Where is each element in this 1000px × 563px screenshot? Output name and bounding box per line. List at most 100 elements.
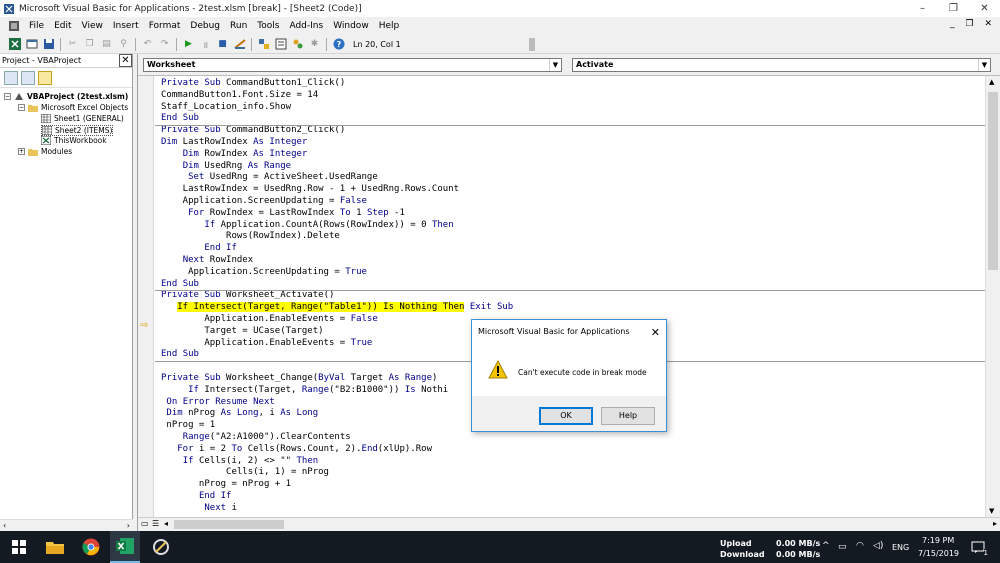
windows-start-icon[interactable] <box>8 537 30 557</box>
scroll-right-icon[interactable]: › <box>127 521 130 530</box>
copy-icon[interactable]: ❐ <box>83 38 96 51</box>
code-line[interactable]: Range("A2:A1000").ClearContents <box>161 432 351 444</box>
code-line[interactable]: If Application.CountA(Rows(RowIndex)) = … <box>161 220 453 232</box>
code-line[interactable]: Private Sub CommandButton1_Click() <box>161 78 345 90</box>
battery-icon[interactable]: ▭ <box>838 542 847 552</box>
tree-item-thisworkbook[interactable]: ThisWorkbook <box>41 136 107 145</box>
code-line[interactable]: Cells(i, 1) = nProg <box>161 467 329 479</box>
code-editor[interactable]: Private Sub CommandButton1_Click() Comman… <box>155 76 985 517</box>
procedure-combo[interactable]: Activate ▼ <box>572 58 991 72</box>
code-line[interactable]: End Sub <box>161 113 199 125</box>
clock-time[interactable]: 7:19 PM <box>922 536 954 545</box>
code-line[interactable]: Application.ScreenUpdating = False <box>161 196 367 208</box>
code-line[interactable]: Private Sub Worksheet_Activate() <box>161 290 334 302</box>
chrome-icon[interactable] <box>80 537 102 557</box>
scroll-right-icon[interactable]: ▸ <box>993 519 997 528</box>
menu-add-ins[interactable]: Add-Ins <box>284 21 328 31</box>
code-line[interactable]: Rows(RowIndex).Delete <box>161 231 340 243</box>
code-line[interactable]: Set UsedRng = ActiveSheet.UsedRange <box>161 172 378 184</box>
toolbox-icon[interactable]: ✱ <box>308 38 321 51</box>
view-code-icon[interactable] <box>4 70 18 85</box>
code-line[interactable]: Dim UsedRng As Range <box>161 161 291 173</box>
view-excel-icon[interactable] <box>8 38 21 51</box>
tree-item-vbaproject[interactable]: − VBAProject (2test.xlsm) <box>4 92 128 101</box>
procedure-view-icon[interactable]: ▭ <box>141 519 149 528</box>
code-line[interactable]: Private Sub CommandButton2_Click() <box>161 125 345 137</box>
vba-editor-taskbar-icon[interactable] <box>150 537 172 557</box>
project-explorer-close-button[interactable]: ✕ <box>119 54 132 67</box>
file-explorer-icon[interactable] <box>44 537 66 557</box>
code-line[interactable]: If Intersect(Target, Range("B2:B1000")) … <box>161 385 448 397</box>
code-line[interactable]: nProg = nProg + 1 <box>161 479 291 491</box>
tree-expand-icon[interactable]: + <box>18 148 25 155</box>
code-line[interactable]: CommandButton1.Font.Size = 14 <box>161 90 318 102</box>
scroll-left-icon[interactable]: ◂ <box>164 519 168 528</box>
scrollbar-thumb[interactable] <box>988 92 998 270</box>
scroll-down-icon[interactable]: ▼ <box>989 507 994 515</box>
code-line[interactable]: Next i <box>161 503 237 515</box>
excel-icon[interactable] <box>8 20 20 32</box>
code-line[interactable]: nProg = 1 <box>161 420 215 432</box>
reset-icon[interactable]: ■ <box>216 38 229 51</box>
clock-date[interactable]: 7/15/2019 <box>918 549 959 558</box>
menu-insert[interactable]: Insert <box>108 21 144 31</box>
input-language[interactable]: ENG <box>892 543 909 552</box>
menu-format[interactable]: Format <box>144 21 186 31</box>
code-line[interactable]: If Cells(i, 2) <> "" Then <box>161 456 318 468</box>
dialog-close-button[interactable]: ✕ <box>651 326 660 339</box>
scroll-up-icon[interactable]: ▲ <box>989 78 994 86</box>
code-line[interactable]: If Intersect(Target, Range("Table1")) Is… <box>161 302 513 314</box>
code-line[interactable]: End Sub <box>161 349 199 361</box>
ok-button[interactable]: OK <box>539 407 593 425</box>
code-line[interactable]: End If <box>161 243 237 255</box>
save-icon[interactable] <box>42 38 55 51</box>
volume-icon[interactable]: ◁) <box>873 541 883 551</box>
close-button[interactable]: ✕ <box>969 0 1000 17</box>
full-module-view-icon[interactable]: ☰ <box>152 519 159 528</box>
project-explorer-icon[interactable] <box>257 38 270 51</box>
code-vertical-scrollbar[interactable]: ▲ ▼ <box>985 76 1000 517</box>
scrollbar-thumb[interactable] <box>174 520 284 529</box>
project-horizontal-scrollbar[interactable]: ‹ › <box>0 519 133 531</box>
undo-icon[interactable]: ↶ <box>141 38 154 51</box>
code-line[interactable]: Target = UCase(Target) <box>161 326 323 338</box>
break-icon[interactable]: ॥ <box>199 38 212 51</box>
code-line[interactable]: Staff_Location_info.Show <box>161 102 291 114</box>
code-line[interactable]: Dim nProg As Long, i As Long <box>161 408 318 420</box>
code-line[interactable]: Private Sub Worksheet_Change(ByVal Targe… <box>161 373 437 385</box>
menu-run[interactable]: Run <box>225 21 252 31</box>
code-line[interactable]: End If <box>161 491 232 503</box>
code-line[interactable]: For RowIndex = LastRowIndex To 1 Step -1 <box>161 208 405 220</box>
restore-button[interactable]: ❐ <box>938 0 969 17</box>
chevron-down-icon[interactable]: ▼ <box>978 59 990 71</box>
code-line[interactable]: End Sub <box>161 279 199 291</box>
chevron-down-icon[interactable]: ▼ <box>549 59 561 71</box>
code-line[interactable]: Dim LastRowIndex As Integer <box>161 137 307 149</box>
find-icon[interactable]: ⚲ <box>117 38 130 51</box>
menu-debug[interactable]: Debug <box>185 21 225 31</box>
cut-icon[interactable]: ✂ <box>66 38 79 51</box>
scroll-left-icon[interactable]: ‹ <box>3 521 6 530</box>
menu-window[interactable]: Window <box>328 21 374 31</box>
tree-item-excel-objects[interactable]: − Microsoft Excel Objects <box>18 103 128 112</box>
object-browser-icon[interactable] <box>291 38 304 51</box>
code-line[interactable]: For i = 2 To Cells(Rows.Count, 2).End(xl… <box>161 444 432 456</box>
indicator-margin[interactable]: ⇨ <box>138 76 154 517</box>
toggle-folders-icon[interactable] <box>38 70 52 85</box>
code-line[interactable]: Application.EnableEvents = False <box>161 314 377 326</box>
properties-window-icon[interactable] <box>274 38 287 51</box>
code-horizontal-scrollbar[interactable]: ▭ ☰ ◂ ▸ <box>138 517 1000 531</box>
code-line[interactable]: Application.ScreenUpdating = True <box>161 267 367 279</box>
tree-item-modules[interactable]: + Modules <box>18 147 72 156</box>
help-button[interactable]: Help <box>601 407 655 425</box>
help-icon[interactable]: ? <box>332 38 345 51</box>
code-line[interactable]: LastRowIndex = UsedRng.Row - 1 + UsedRng… <box>161 184 459 196</box>
menu-tools[interactable]: Tools <box>252 21 284 31</box>
show-hidden-icons-icon[interactable]: ^ <box>822 541 830 551</box>
wifi-icon[interactable]: ◠ <box>856 541 864 551</box>
minimize-button[interactable]: – <box>907 0 938 17</box>
tree-item-sheet2[interactable]: Sheet2 (ITEMS) <box>41 125 114 136</box>
code-line[interactable]: Application.EnableEvents = True <box>161 338 372 350</box>
menu-edit[interactable]: Edit <box>49 21 76 31</box>
menu-file[interactable]: File <box>24 21 49 31</box>
